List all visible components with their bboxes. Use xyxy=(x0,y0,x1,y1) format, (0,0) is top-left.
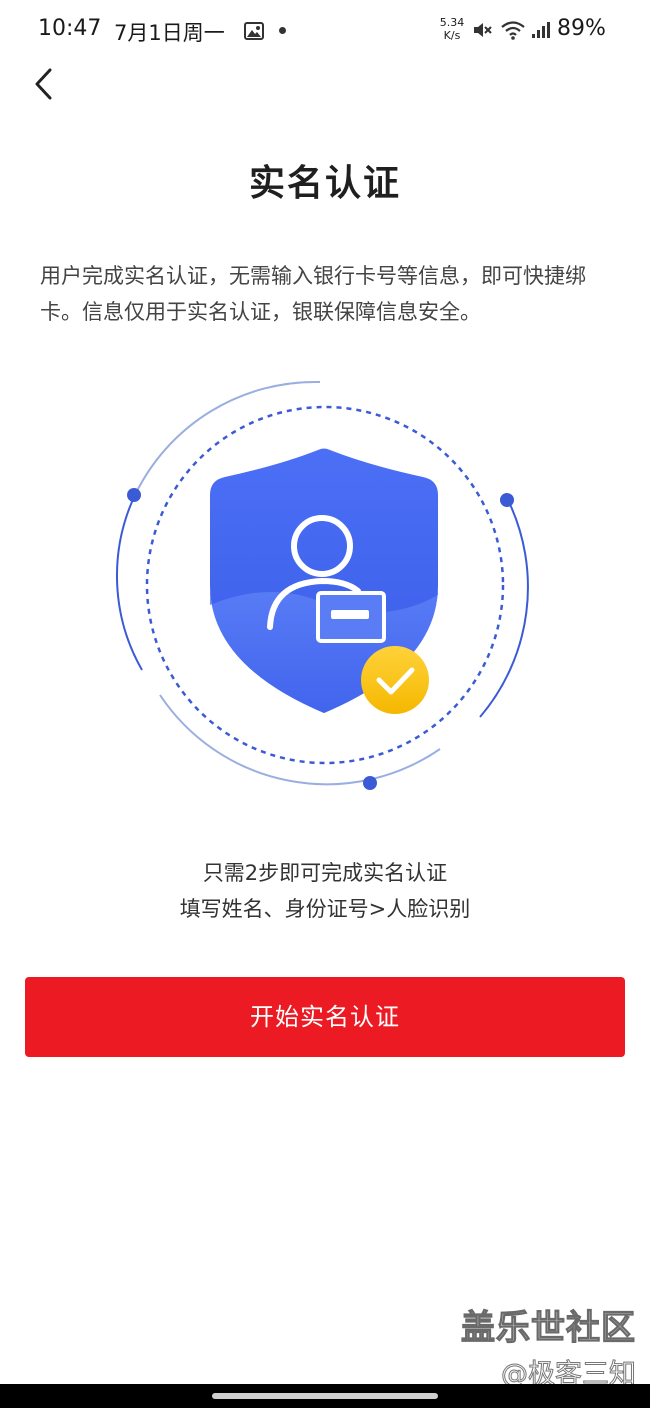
home-indicator[interactable] xyxy=(212,1393,438,1399)
status-time: 10:47 xyxy=(38,16,102,41)
page-title: 实名认证 xyxy=(248,163,401,204)
id-card-icon xyxy=(316,591,386,643)
intro-text: 用户完成实名认证，无需输入银行卡号等信息，即可快捷绑卡。信息仅用于实名认证，银联… xyxy=(40,264,586,324)
chevron-left-icon xyxy=(35,68,52,100)
start-verification-button[interactable]: 开始实名认证 xyxy=(25,977,625,1057)
network-speed-unit: K/s xyxy=(443,29,461,42)
back-button[interactable] xyxy=(26,62,66,106)
watermark-community: 盖乐世社区 xyxy=(460,1307,636,1348)
battery-level: 89% xyxy=(557,16,606,41)
signal-icon xyxy=(532,22,550,38)
network-speed: 5.34 K/s xyxy=(436,16,468,42)
navigation-bar xyxy=(0,1384,650,1408)
wifi-icon xyxy=(501,21,525,40)
notification-dot xyxy=(279,27,286,34)
status-bar: 10:47 7月1日周一 5.34 K/s 89% xyxy=(0,0,650,64)
orbit-dot-bottom xyxy=(363,776,377,790)
steps-detail: 填写姓名、身份证号>人脸识别 xyxy=(179,897,471,921)
status-date: 7月1日周一 xyxy=(114,21,225,45)
network-speed-value: 5.34 xyxy=(439,16,465,29)
orbit-dot-right xyxy=(500,493,514,507)
check-icon xyxy=(361,646,429,714)
steps-summary: 只需2步即可完成实名认证 xyxy=(202,861,448,885)
gallery-icon xyxy=(244,22,264,40)
mute-icon xyxy=(474,23,492,37)
orbit-dot-left xyxy=(127,488,141,502)
verification-illustration xyxy=(116,380,529,790)
